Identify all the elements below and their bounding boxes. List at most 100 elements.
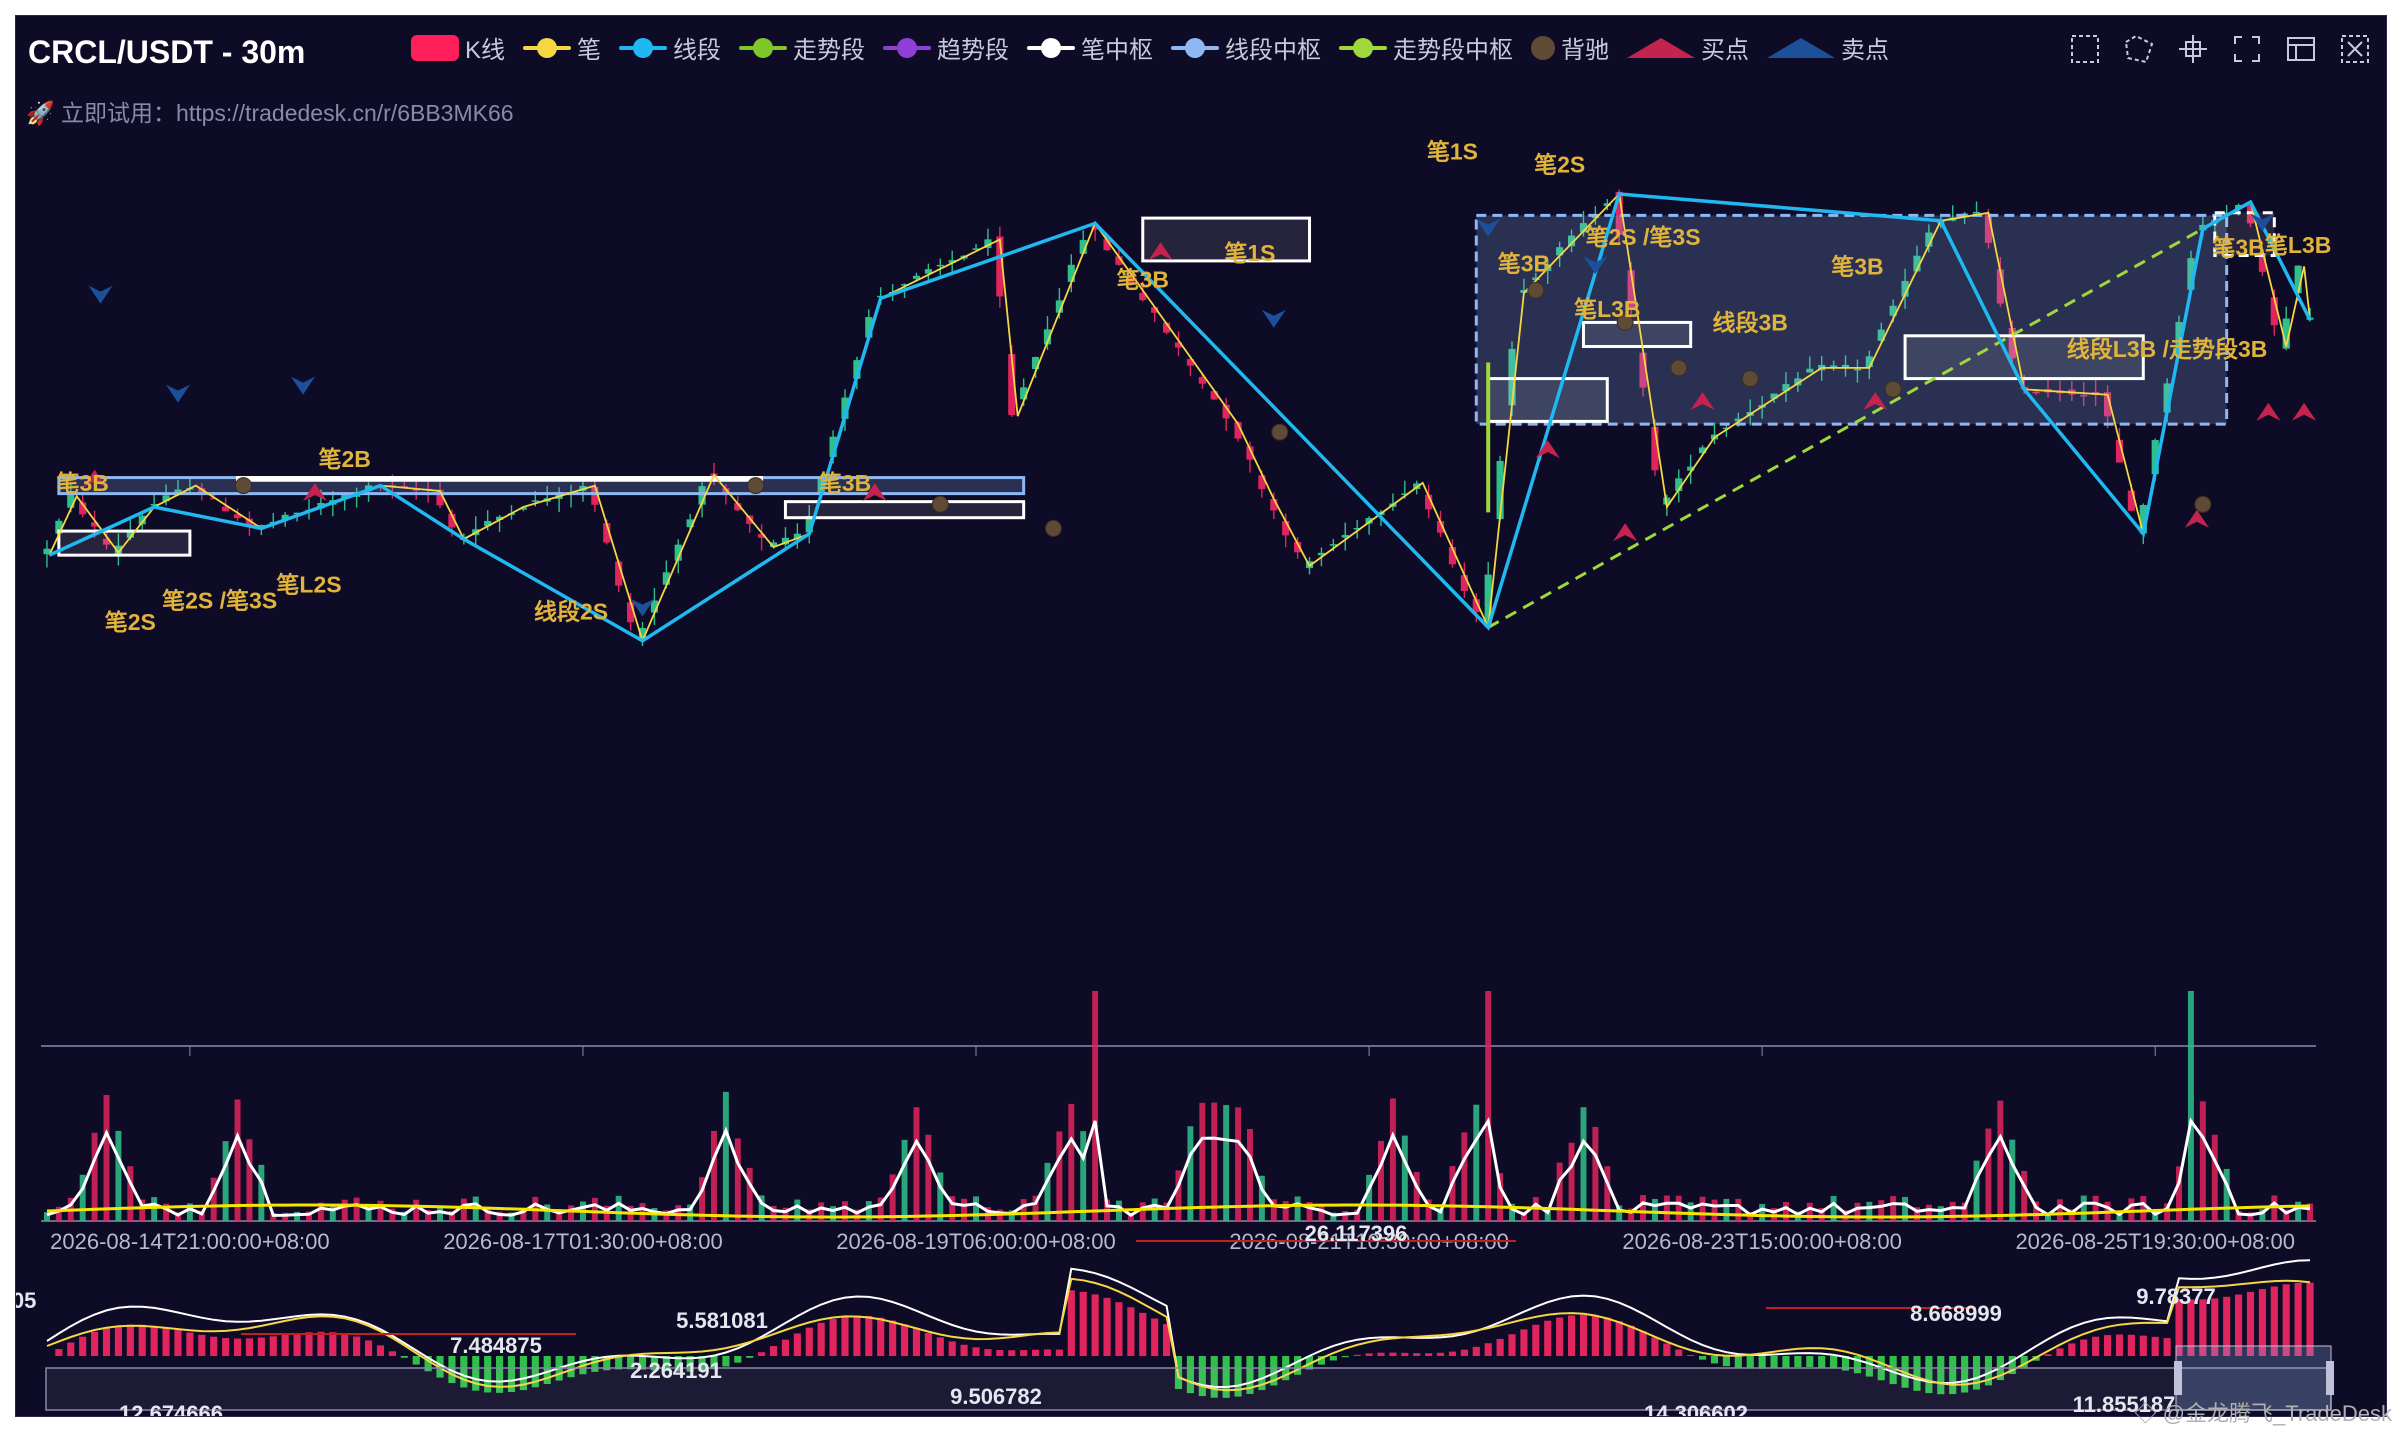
divergence-dot — [1044, 519, 1062, 537]
macd-bar — [829, 1319, 837, 1356]
volume-bar — [1401, 1135, 1408, 1221]
macd-bar — [1460, 1349, 1468, 1356]
x-tick-label: 2026-08-14T21:00:00+08:00 — [50, 1229, 330, 1254]
buy-point-marker — [1535, 440, 1560, 459]
volume-bar — [1949, 1201, 1956, 1221]
macd-bar — [948, 1341, 956, 1356]
macd-bar — [305, 1332, 313, 1356]
volume-bar — [925, 1134, 932, 1221]
signal-label: 笔L3B — [1574, 296, 1640, 322]
candle-body — [1972, 211, 1981, 214]
x-tick-label: 2026-08-23T15:00:00+08:00 — [1622, 1229, 1902, 1254]
divergence-dot — [1670, 359, 1688, 377]
macd-bar — [841, 1316, 849, 1356]
signal-label: 笔3B — [1498, 251, 1550, 277]
macd-bar — [400, 1356, 408, 1358]
volume-bar — [413, 1199, 420, 1221]
candle-body — [912, 275, 921, 279]
volume-bar — [1020, 1199, 1027, 1221]
macd-bar — [2056, 1348, 2064, 1356]
volume-bar — [1068, 1103, 1075, 1221]
macd-bar — [1508, 1334, 1516, 1356]
value-label: 8.668999 — [1910, 1301, 2002, 1326]
volume-bar — [710, 1130, 717, 1221]
macd-bar — [1651, 1337, 1659, 1356]
macd-bar — [2044, 1354, 2052, 1356]
volume-bar — [460, 1198, 467, 1221]
volume-bar — [1925, 1204, 1932, 1221]
divergence-dot — [747, 477, 765, 495]
macd-bar — [1591, 1315, 1599, 1356]
signal-label: 线段L3B /走势段3B — [2067, 336, 2268, 362]
signal-label: 线段2S — [534, 598, 608, 624]
macd-bar — [1055, 1349, 1063, 1356]
macd-bar — [1484, 1343, 1492, 1356]
macd-bar — [174, 1330, 182, 1356]
macd-bar — [746, 1356, 754, 1358]
volume-bar — [2009, 1139, 2016, 1221]
signal-label: 笔2S /笔3S — [162, 588, 277, 614]
volume-bar — [1318, 1205, 1325, 1221]
macd-bar — [102, 1328, 111, 1356]
macd-bar — [186, 1332, 194, 1356]
volume-bar — [2223, 1168, 2230, 1221]
volume-bar — [1592, 1126, 1599, 1221]
watermark-text: ◇ @金龙腾飞_TradeDesk — [2134, 1401, 2392, 1426]
macd-bar — [1758, 1356, 1766, 1369]
x-tick-label: 2026-08-25T19:30:00+08:00 — [2015, 1229, 2295, 1254]
volume-bar — [1556, 1162, 1563, 1221]
macd-bar — [1675, 1349, 1683, 1356]
macd-bar — [1699, 1356, 1707, 1360]
macd-bar — [1401, 1352, 1409, 1356]
volume-bar — [722, 1091, 729, 1221]
macd-bar — [317, 1331, 325, 1356]
bi-center-box — [1486, 377, 1609, 423]
buy-point-marker — [2292, 402, 2317, 421]
macd-bar — [1329, 1356, 1337, 1361]
macd-bar — [1830, 1356, 1838, 1369]
volume-bar — [1675, 1195, 1682, 1221]
chart-panel: CRCL/USDT - 30m 🚀 立即试用：https://tradedesk… — [15, 15, 2387, 1417]
candle-body — [936, 264, 944, 267]
divergence-dot — [234, 477, 252, 495]
volume-bar — [1449, 1166, 1456, 1221]
volume-bar — [961, 1198, 968, 1221]
signal-label: 笔1S — [1224, 240, 1275, 266]
macd-bar — [233, 1338, 242, 1356]
macd-bar — [781, 1339, 790, 1356]
macd-bar — [1687, 1354, 1695, 1356]
data-zoom-track — [45, 1367, 2332, 1411]
macd-bar — [67, 1342, 75, 1356]
macd-bar — [1627, 1325, 1635, 1356]
macd-bar — [1806, 1356, 1814, 1368]
macd-bar — [150, 1325, 158, 1356]
macd-bar — [900, 1324, 909, 1356]
signal-label: 笔3B — [2212, 235, 2264, 261]
macd-bar — [1341, 1356, 1349, 1358]
macd-bar — [1567, 1315, 1576, 1356]
macd-bar — [222, 1337, 230, 1356]
macd-bar — [329, 1332, 337, 1356]
macd-bar — [1448, 1351, 1457, 1356]
macd-bar — [293, 1333, 301, 1356]
macd-bar — [1782, 1356, 1790, 1368]
volume-bar — [1985, 1128, 1992, 1221]
volume-bar — [1199, 1102, 1206, 1221]
volume-bar — [1378, 1140, 1384, 1221]
macd-bar — [2306, 1282, 2314, 1356]
macd-bar — [1091, 1294, 1099, 1356]
signal-label: 笔2S — [1534, 152, 1585, 178]
value-label: 26.117396 — [1305, 1221, 1408, 1246]
macd-bar — [341, 1333, 349, 1356]
chart-canvas[interactable]: 笔2S笔2S /笔3S笔L2S笔3B笔2B线段2S笔3B笔3B笔1S笔1S笔2S… — [16, 16, 2386, 1416]
macd-bar — [257, 1337, 265, 1356]
x-tick-label: 2026-08-17T01:30:00+08:00 — [443, 1229, 723, 1254]
value-label: 405 — [16, 1288, 36, 1313]
bi-center-box — [1581, 320, 1693, 348]
signal-label: 线段3B — [1713, 309, 1788, 335]
macd-bar — [1603, 1317, 1611, 1356]
macd-bar — [996, 1350, 1004, 1356]
volume-bar — [1937, 1206, 1944, 1221]
volume-bar — [1139, 1202, 1146, 1221]
macd-bar — [1734, 1356, 1742, 1368]
